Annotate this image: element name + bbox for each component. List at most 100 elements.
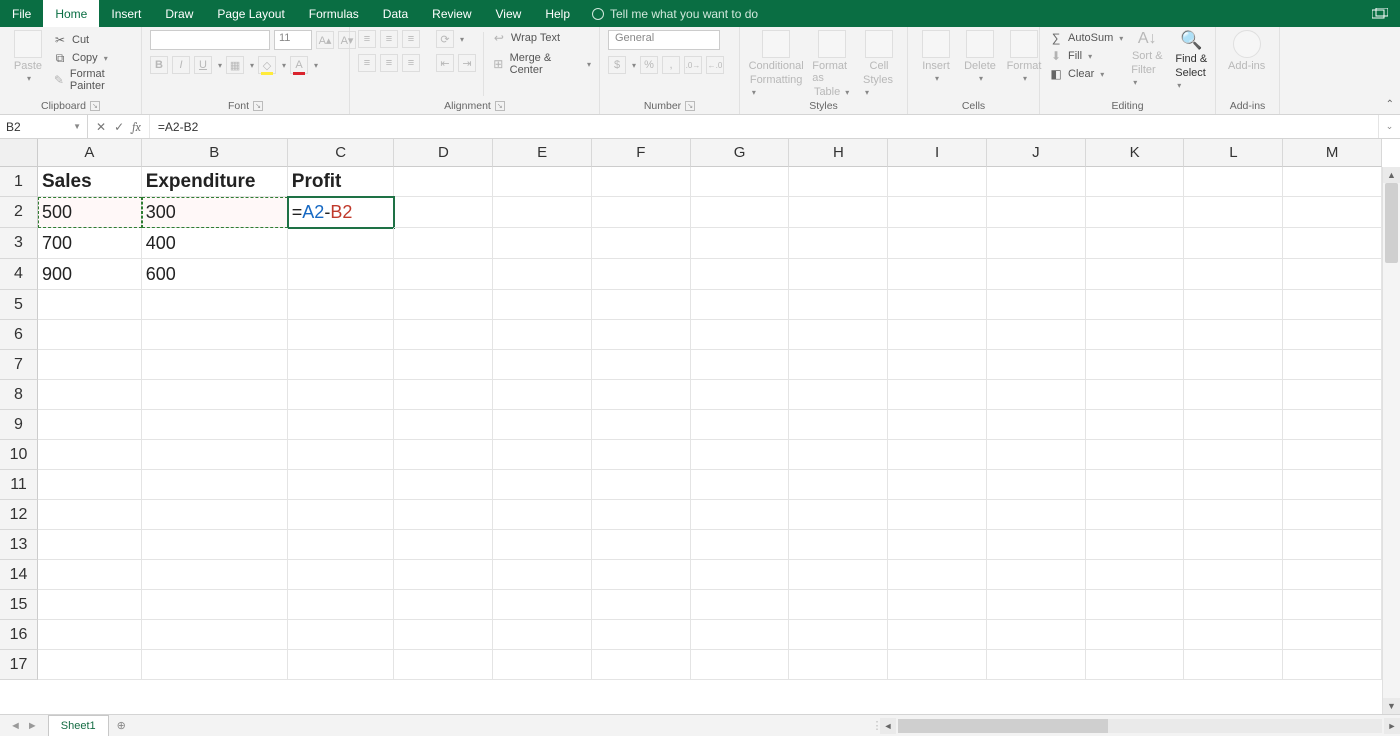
align-middle-icon[interactable]: ≡ [380, 30, 398, 48]
cell-K3[interactable] [1086, 228, 1185, 259]
cell-I6[interactable] [888, 320, 987, 350]
align-left-icon[interactable]: ≡ [358, 54, 376, 72]
cell-C1[interactable]: Profit [288, 167, 395, 197]
cell-J13[interactable] [987, 530, 1086, 560]
tab-draw[interactable]: Draw [153, 0, 205, 27]
cell-G14[interactable] [691, 560, 790, 590]
scroll-down-icon[interactable]: ▼ [1383, 698, 1400, 714]
cell-M6[interactable] [1283, 320, 1382, 350]
cell-E6[interactable] [493, 320, 592, 350]
cell-J4[interactable] [987, 259, 1086, 290]
cell-F16[interactable] [592, 620, 691, 650]
cell-G15[interactable] [691, 590, 790, 620]
horizontal-scrollbar[interactable]: ◄ ► [880, 715, 1400, 736]
cell-G6[interactable] [691, 320, 790, 350]
cell-E4[interactable] [493, 259, 592, 290]
cell-L16[interactable] [1184, 620, 1283, 650]
cell-E10[interactable] [493, 440, 592, 470]
font-size-combo[interactable]: 11 [274, 30, 312, 50]
cell-E8[interactable] [493, 380, 592, 410]
cell-H15[interactable] [789, 590, 888, 620]
cell-K16[interactable] [1086, 620, 1185, 650]
cell-J3[interactable] [987, 228, 1086, 259]
cell-F3[interactable] [592, 228, 691, 259]
cell-H4[interactable] [789, 259, 888, 290]
cell-K2[interactable] [1086, 197, 1185, 228]
cell-E7[interactable] [493, 350, 592, 380]
cell-F2[interactable] [592, 197, 691, 228]
cell-A5[interactable] [38, 290, 142, 320]
cell-A17[interactable] [38, 650, 142, 680]
cell-B11[interactable] [142, 470, 288, 500]
cancel-formula-icon[interactable]: ✕ [96, 120, 106, 134]
italic-button[interactable]: I [172, 56, 190, 74]
cell-F1[interactable] [592, 167, 691, 197]
cell-C4[interactable] [288, 259, 395, 290]
cell-M8[interactable] [1283, 380, 1382, 410]
cell-K8[interactable] [1086, 380, 1185, 410]
delete-cells-button[interactable]: Delete ▾ [960, 30, 1000, 83]
cell-C7[interactable] [288, 350, 395, 380]
sheet-tab[interactable]: Sheet1 [48, 715, 109, 736]
column-header-B[interactable]: B [142, 139, 288, 167]
cell-A15[interactable] [38, 590, 142, 620]
find-select-button[interactable]: 🔍 Find & Select ▾ [1171, 30, 1211, 91]
cell-G2[interactable] [691, 197, 790, 228]
cell-M3[interactable] [1283, 228, 1382, 259]
cell-M5[interactable] [1283, 290, 1382, 320]
cell-B17[interactable] [142, 650, 288, 680]
align-bottom-icon[interactable]: ≡ [402, 30, 420, 48]
column-header-E[interactable]: E [493, 139, 592, 167]
column-header-I[interactable]: I [888, 139, 987, 167]
cell-A7[interactable] [38, 350, 142, 380]
row-header-6[interactable]: 6 [0, 320, 38, 350]
cell-B13[interactable] [142, 530, 288, 560]
chevron-down-icon[interactable]: ▼ [73, 122, 81, 131]
name-box[interactable]: B2 ▼ [0, 115, 88, 138]
cell-L8[interactable] [1184, 380, 1283, 410]
chevron-down-icon[interactable]: ▾ [218, 61, 222, 70]
font-color-button[interactable]: A [290, 56, 308, 74]
cell-H16[interactable] [789, 620, 888, 650]
sheet-nav-prev-icon[interactable]: ◄ [10, 720, 21, 732]
cell-E2[interactable] [493, 197, 592, 228]
cell-F14[interactable] [592, 560, 691, 590]
number-format-combo[interactable]: General [608, 30, 720, 50]
cell-M16[interactable] [1283, 620, 1382, 650]
cell-G11[interactable] [691, 470, 790, 500]
cell-G5[interactable] [691, 290, 790, 320]
fill-button[interactable]: ⬇ Fill ▾ [1048, 48, 1123, 64]
cell-F8[interactable] [592, 380, 691, 410]
cell-E17[interactable] [493, 650, 592, 680]
increase-decimal-icon[interactable]: .0→ [684, 56, 702, 74]
cell-D7[interactable] [394, 350, 493, 380]
cell-I8[interactable] [888, 380, 987, 410]
cell-H1[interactable] [789, 167, 888, 197]
row-header-8[interactable]: 8 [0, 380, 38, 410]
cell-C8[interactable] [288, 380, 395, 410]
font-name-combo[interactable] [150, 30, 270, 50]
cell-M9[interactable] [1283, 410, 1382, 440]
cell-styles-button[interactable]: Cell Styles ▾ [859, 30, 899, 98]
cell-D9[interactable] [394, 410, 493, 440]
scroll-right-icon[interactable]: ► [1384, 718, 1400, 734]
cell-H10[interactable] [789, 440, 888, 470]
cell-J5[interactable] [987, 290, 1086, 320]
cell-K15[interactable] [1086, 590, 1185, 620]
cell-B14[interactable] [142, 560, 288, 590]
cell-L15[interactable] [1184, 590, 1283, 620]
cell-H6[interactable] [789, 320, 888, 350]
cell-B16[interactable] [142, 620, 288, 650]
cell-I14[interactable] [888, 560, 987, 590]
decrease-indent-icon[interactable]: ⇤ [436, 54, 454, 72]
cell-M10[interactable] [1283, 440, 1382, 470]
cell-L14[interactable] [1184, 560, 1283, 590]
cell-F13[interactable] [592, 530, 691, 560]
comma-format-icon[interactable]: , [662, 56, 680, 74]
cell-L12[interactable] [1184, 500, 1283, 530]
cell-L6[interactable] [1184, 320, 1283, 350]
cell-J1[interactable] [987, 167, 1086, 197]
insert-cells-button[interactable]: Insert ▾ [916, 30, 956, 83]
cell-J10[interactable] [987, 440, 1086, 470]
row-header-17[interactable]: 17 [0, 650, 38, 680]
